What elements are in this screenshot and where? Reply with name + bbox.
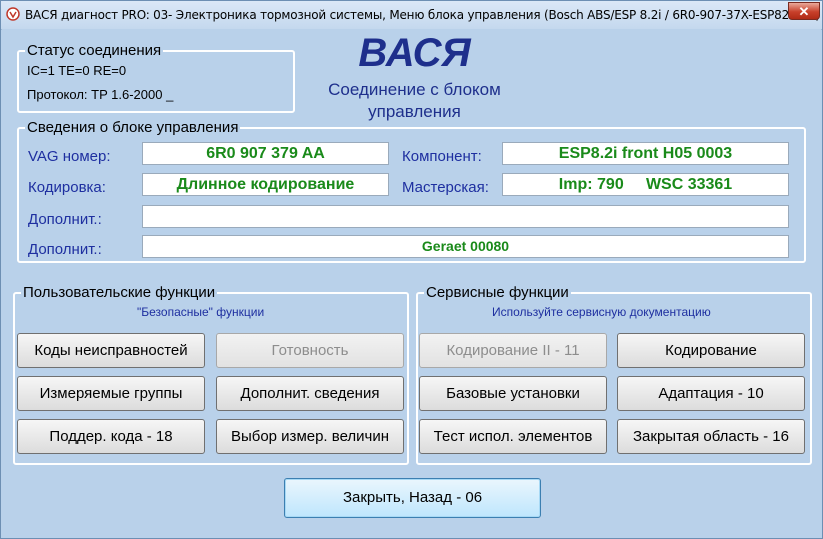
adaptation-button[interactable]: Адаптация - 10 [617,376,805,411]
workshop-value: Imp: 790 WSC 33361 [502,173,789,196]
module-info-legend: Сведения о блоке управления [27,119,239,136]
workshop-label: Мастерская: [402,179,489,196]
extra2-value: Geraet 00080 [142,235,789,258]
basic-settings-button[interactable]: Базовые установки [419,376,607,411]
service-functions-subtitle: Используйте сервисную документацию [492,305,711,319]
extra2-label: Дополнит.: [28,241,102,258]
connection-status-legend: Статус соединения [27,42,162,59]
brand-subtitle: Соединение с блоком управления [328,80,501,121]
connection-status-group: Статус соединения [17,43,295,113]
main-window: ВАСЯ диагност PRO: 03- Электроника тормо… [0,0,823,539]
extra1-label: Дополнит.: [28,211,102,228]
coding-button[interactable]: Кодирование [617,333,805,368]
coding-ii-button[interactable]: Кодирование II - 11 [419,333,607,368]
supported-codes-button[interactable]: Поддер. кода - 18 [17,419,205,454]
connection-counters: IC=1 TE=0 RE=0 [27,63,127,78]
close-back-button[interactable]: Закрыть, Назад - 06 [284,478,541,518]
extra1-value [142,205,789,228]
component-value: ESP8.2i front H05 0003 [502,142,789,165]
brand-logo: ВАСЯ [358,31,471,75]
user-functions-subtitle: "Безопасные" функции [137,305,265,319]
coding-label: Кодировка: [28,179,106,196]
coding-value: Длинное кодирование [142,173,389,196]
fault-codes-button[interactable]: Коды неисправностей [17,333,205,368]
app-icon [6,7,20,21]
readiness-button[interactable]: Готовность [216,333,404,368]
vag-number-label: VAG номер: [28,148,111,165]
vag-number-value: 6R0 907 379 AA [142,142,389,165]
title-bar: ВАСЯ диагност PRO: 03- Электроника тормо… [1,1,822,30]
measuring-blocks-button[interactable]: Измеряемые группы [17,376,205,411]
connection-protocol: Протокол: TP 1.6-2000 _ [27,87,174,102]
component-label: Компонент: [402,148,482,165]
select-values-button[interactable]: Выбор измер. величин [216,419,404,454]
client-area: Статус соединения IC=1 TE=0 RE=0 Протоко… [2,29,821,538]
output-tests-button[interactable]: Тест испол. элементов [419,419,607,454]
advanced-info-button[interactable]: Дополнит. сведения [216,376,404,411]
service-functions-legend: Сервисные функции [426,284,569,301]
close-window-button[interactable]: ✕ [788,2,820,20]
window-title: ВАСЯ диагност PRO: 03- Электроника тормо… [25,8,820,22]
user-functions-legend: Пользовательские функции [23,284,216,301]
security-access-button[interactable]: Закрытая область - 16 [617,419,805,454]
